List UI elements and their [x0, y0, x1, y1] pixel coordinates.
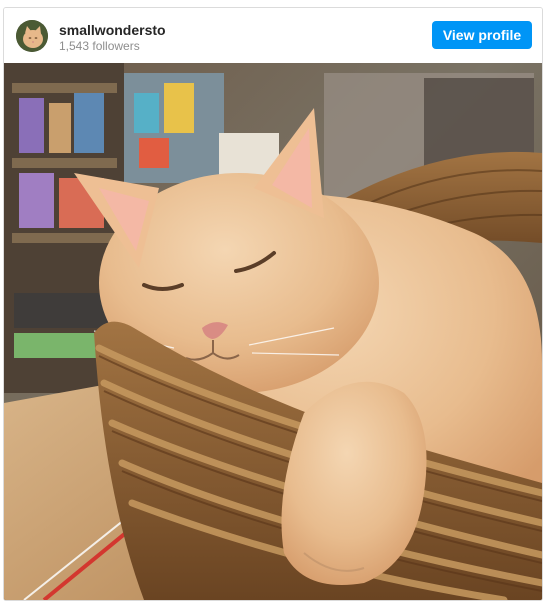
follower-count: 1,543 followers: [59, 39, 140, 53]
view-profile-button[interactable]: View profile: [432, 21, 532, 49]
username[interactable]: smallwondersto: [59, 22, 166, 38]
cat-photo-image: [4, 63, 542, 600]
avatar[interactable]: [16, 20, 48, 52]
instagram-embed: smallwondersto 1,543 followers View prof…: [3, 7, 543, 601]
post-header: smallwondersto 1,543 followers View prof…: [4, 8, 542, 63]
post-photo[interactable]: [4, 63, 542, 600]
avatar-icon: [16, 20, 48, 52]
